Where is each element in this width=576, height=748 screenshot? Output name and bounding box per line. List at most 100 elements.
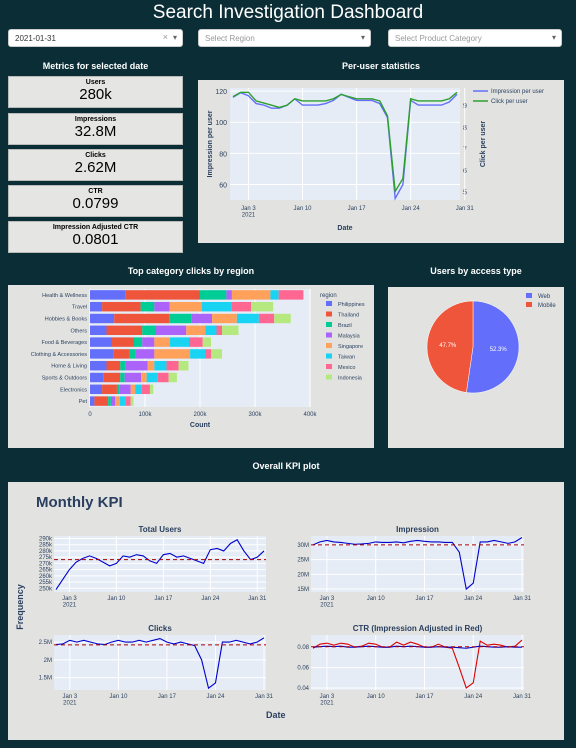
bar [205, 349, 211, 359]
clicks-region-title: Top category clicks by region [127, 266, 255, 276]
bar [106, 325, 143, 336]
bar [216, 325, 222, 336]
y-tick-label: 280k [39, 549, 53, 555]
category-label: Electronics [60, 387, 87, 393]
x-tick-label: Jan 10 [107, 596, 126, 602]
category-label: Hobbies & Books [45, 317, 87, 323]
legend-swatch [526, 302, 532, 307]
legend-label: Web [538, 294, 551, 300]
x-tick-label: Jan 10 [367, 694, 386, 700]
x-tick-label: Jan 17 [158, 694, 177, 700]
x-tick-label: Jan 31 [248, 596, 267, 602]
region-placeholder: Select Region [205, 34, 255, 43]
bar [211, 349, 222, 359]
category-label: Pet [79, 399, 88, 405]
category-label: Clothing & Accessories [31, 352, 87, 358]
x-tick-label: Jan 17 [348, 206, 367, 212]
y-tick-label: 60 [219, 182, 227, 189]
subplot-title: Impression [396, 525, 439, 534]
chevron-down-icon[interactable]: ▾ [361, 33, 365, 42]
chevron-down-icon[interactable]: ▾ [173, 33, 177, 42]
bar [115, 396, 120, 406]
y-tick-label: 285k [39, 543, 53, 549]
bar [146, 372, 158, 383]
category-label: Sports & Outdoors [42, 376, 87, 382]
category-label: Health & Wellness [42, 293, 87, 299]
category-placeholder: Select Product Category [395, 34, 482, 43]
clear-icon[interactable]: × [163, 32, 168, 42]
bar [189, 337, 203, 347]
legend-swatch [326, 343, 332, 348]
x-tick-label: Jan 10 [294, 206, 313, 212]
bar [169, 313, 192, 324]
legend-label: Singapore [338, 344, 363, 350]
x-tick-label: Jan 24 [464, 596, 483, 602]
y-tick-label: 120 [215, 89, 227, 96]
per-user-title: Per-user statistics [341, 61, 421, 71]
bar [119, 384, 131, 395]
metric-label: Impressions [74, 116, 117, 123]
subplot-title: Clicks [148, 624, 172, 633]
category-dropdown[interactable]: Select Product Category ▾ [388, 29, 562, 47]
legend-swatch [326, 364, 332, 369]
x-tick-label: Jan 31 [513, 694, 532, 700]
metrics-title: Metrics for selected date [42, 61, 149, 71]
y-tick-label: 2.5M [39, 640, 52, 646]
x-tick-label: 200k [193, 412, 207, 418]
region-dropdown[interactable]: Select Region ▾ [198, 29, 371, 47]
x-tick-label: Jan 3 2021 [320, 694, 335, 707]
bar [103, 372, 121, 383]
bar [231, 290, 271, 300]
bar [90, 325, 107, 336]
bar [90, 372, 104, 383]
y-tick-label: 25M [297, 558, 309, 564]
bar [200, 290, 227, 300]
x-tick-label: 300k [248, 412, 262, 418]
bar [168, 372, 177, 383]
metric-users: Users 280k [8, 76, 183, 108]
access-panel: 52.3% Web 47.7% Mobile [388, 287, 564, 448]
per-user-chart: 608010012056789Jan 32021Jan 10Jan 17Jan … [207, 88, 544, 232]
metric-adjusted-ctr: Impression Adjusted CTR 0.0801 [8, 221, 183, 253]
x-tick-label: Jan 10 [109, 694, 128, 700]
bar [106, 360, 121, 371]
x-tick-label: Jan 24 [201, 596, 220, 602]
bar [90, 349, 114, 359]
bar [149, 384, 154, 395]
bar [169, 337, 189, 347]
y-axis-label: Impression per user [207, 110, 214, 177]
x-tick-label: 100k [138, 412, 152, 418]
x-tick-label: Jan 24 [402, 206, 421, 212]
legend-label: Mexico [338, 365, 355, 371]
legend-label: Click per user [491, 99, 528, 105]
subplot-title: Total Users [139, 525, 183, 534]
bar [258, 313, 275, 324]
bar [90, 337, 112, 347]
x-tick-label: Jan 3 2021 [241, 206, 256, 219]
bar [129, 349, 136, 359]
y-tick-label: 275k [39, 555, 53, 561]
x-tick-label: Jan 3 2021 [62, 596, 77, 609]
legend-label: Thailand [338, 313, 359, 319]
bar [251, 301, 274, 312]
date-dropdown[interactable]: 2021-01-31 × ▾ [8, 29, 183, 47]
x-axis-label: Date [337, 225, 352, 232]
bar [130, 384, 136, 395]
bar [113, 349, 130, 359]
slice-label: 52.3% [490, 347, 508, 353]
metric-label: Users [85, 79, 106, 86]
bar [114, 313, 170, 324]
bar [90, 290, 126, 300]
y-tick-label: 0.08 [297, 645, 309, 651]
y-tick-label: 250k [39, 586, 53, 592]
bar [90, 396, 95, 406]
legend-label: Brazil [338, 323, 352, 329]
clicks-region-panel: 0 100k 200k 300k 400k Health & Wellness Travel… [8, 285, 374, 448]
y-tick-label: 260k [39, 574, 53, 580]
y2-axis-label: Click per user [480, 121, 487, 168]
bar [166, 360, 179, 371]
bar [147, 360, 155, 371]
chevron-down-icon[interactable]: ▾ [552, 33, 556, 42]
category-label: Others [70, 328, 87, 334]
metric-label: CTR [88, 188, 103, 195]
